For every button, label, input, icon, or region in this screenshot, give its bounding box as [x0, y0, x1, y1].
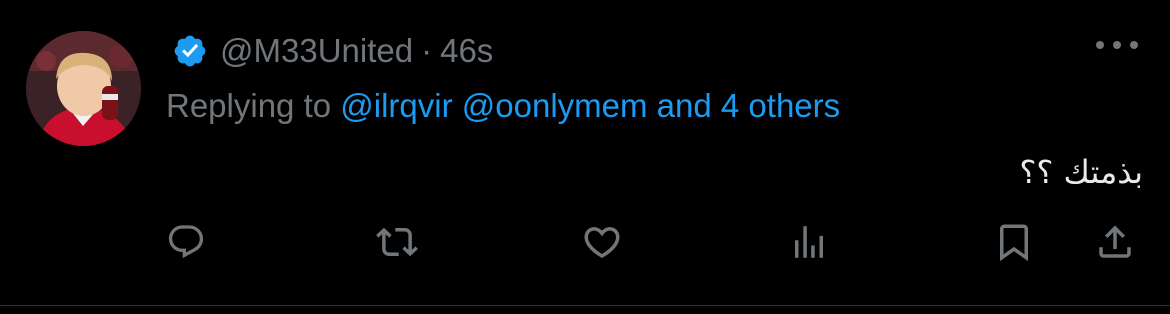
heart-icon [584, 227, 620, 259]
timestamp[interactable]: 46s [440, 32, 493, 70]
views-button[interactable] [786, 219, 832, 265]
verified-badge-icon [174, 35, 206, 67]
mention-link[interactable]: @ilrqvir [340, 87, 452, 124]
views-bars-icon [795, 226, 823, 258]
tweet-divider [0, 305, 1170, 306]
reply-bubble-icon [168, 225, 204, 259]
more-horizontal-icon [1096, 41, 1104, 49]
separator-dot: · [421, 32, 433, 69]
tweet[interactable]: @M33United · 46s Replying to @ilrqvir @o… [0, 0, 1170, 305]
like-button[interactable] [579, 219, 625, 265]
bookmark-button[interactable] [991, 219, 1037, 265]
mention-link[interactable]: @oonlymem [462, 87, 648, 124]
reply-button[interactable] [163, 219, 209, 265]
tweet-header: @M33United · 46s [172, 28, 493, 74]
more-options-button[interactable] [1096, 37, 1138, 53]
more-horizontal-icon [1130, 41, 1138, 49]
avatar[interactable] [26, 31, 141, 146]
avatar-image [26, 31, 141, 146]
others-link[interactable]: and 4 others [657, 87, 840, 124]
mention-space [453, 87, 462, 124]
bookmark-icon [1000, 224, 1028, 262]
share-icon [1099, 225, 1131, 258]
replying-to-line: Replying to @ilrqvir @oonlymem and 4 oth… [166, 84, 840, 128]
retweet-button[interactable] [374, 219, 420, 265]
more-horizontal-icon [1113, 41, 1121, 49]
retweet-icon [376, 227, 418, 257]
mention-space [648, 87, 657, 124]
author-handle[interactable]: @M33United [220, 32, 413, 70]
replying-to-label: Replying to [166, 87, 341, 124]
tweet-text: بذمتك ؟؟ [1019, 153, 1143, 191]
share-button[interactable] [1092, 219, 1138, 265]
